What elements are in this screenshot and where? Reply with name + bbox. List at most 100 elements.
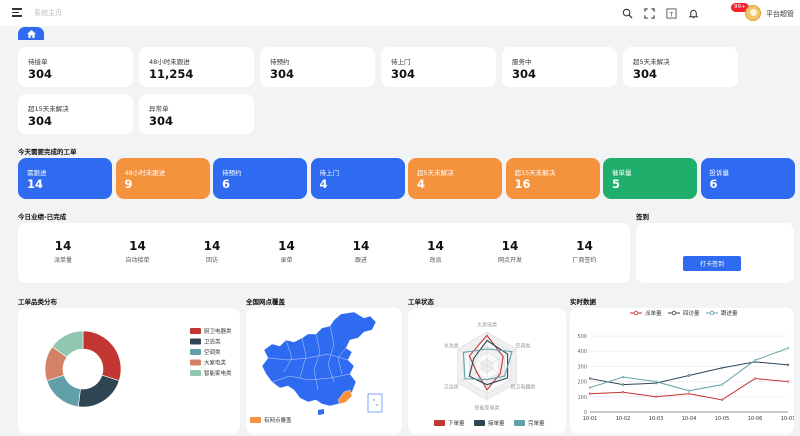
category-chart-panel: 厨卫电器类 卫浴类 空调类 大家电类 智能家电类	[18, 308, 240, 434]
stat-label: 待预约	[270, 58, 290, 66]
performance-label: 回访	[205, 257, 218, 264]
svg-text:T: T	[668, 10, 673, 18]
today-card-label: 超15天未解决	[514, 169, 556, 177]
legend-swatch	[190, 370, 201, 376]
today-card[interactable]: 待预约 6	[213, 158, 307, 199]
today-card[interactable]: 超5天未解决 4	[408, 158, 502, 199]
legend-label: 接单量	[488, 419, 505, 427]
legend-label: 卫浴类	[204, 338, 221, 346]
username[interactable]: 平台超管	[766, 9, 794, 19]
realtime-line-chart: 010020030040050010-01 10-02 10-03 10-04 10-0…	[577, 309, 795, 422]
legend-marker	[633, 310, 639, 316]
today-card-label: 48小时未跟进	[124, 169, 166, 177]
legend-label: 回访量	[683, 309, 700, 317]
stat-card[interactable]: 待上门 304	[381, 47, 496, 87]
today-card[interactable]: 投诉量 6	[700, 158, 795, 199]
south-sea-inset	[367, 393, 383, 413]
signin-title: 签到	[636, 213, 649, 221]
radar-indicator-label: 空调类	[515, 342, 530, 349]
performance-value: 14	[501, 239, 519, 253]
stat-label: 服务中	[512, 58, 532, 66]
performance-value: 14	[427, 239, 444, 253]
stat-card[interactable]: 超15天未解决 304	[18, 94, 133, 134]
stat-label: 48小时未跟进	[149, 58, 190, 66]
performance-item: 14 跟进	[331, 239, 391, 264]
performance-item: 14 厂商签约	[555, 239, 615, 264]
today-card-label: 待上门	[319, 169, 340, 177]
today-card-label: 需跟进	[27, 169, 47, 177]
stat-card[interactable]: 48小时未跟进 11,254	[139, 47, 254, 87]
today-card[interactable]: 需跟进 14	[18, 158, 112, 199]
legend-label: 智能家电类	[204, 369, 232, 377]
performance-label: 厂商签约	[572, 257, 597, 264]
tab-home[interactable]	[18, 27, 44, 40]
stat-card[interactable]: 待接单 304	[18, 47, 133, 87]
realtime-chart-title: 实时数据	[570, 298, 596, 306]
pie-slice	[46, 374, 81, 408]
x-tick-label: 10-02	[616, 416, 631, 422]
performance-label: 改派	[429, 257, 442, 264]
radar-indicator-label: 卫浴类	[444, 384, 459, 391]
today-card[interactable]: 48小时未跟进 9	[115, 158, 210, 199]
signin-button[interactable]: 打卡签到	[683, 256, 741, 271]
line-point	[786, 346, 790, 350]
legend-swatch	[190, 338, 201, 345]
performance-item: 14 录单	[257, 239, 317, 264]
stat-value: 304	[633, 67, 658, 81]
today-card[interactable]: 催单量 5	[603, 158, 697, 199]
performance-label: 录单	[280, 257, 293, 264]
line-point	[621, 383, 625, 386]
pie-slice	[82, 330, 122, 382]
map-chart-panel: 有网点覆盖	[246, 308, 402, 434]
y-tick-label: 100	[577, 395, 587, 401]
legend-marker	[709, 310, 715, 316]
performance-value: 14	[203, 239, 221, 253]
today-card-value: 4	[417, 177, 426, 191]
x-tick-label: 10-06	[748, 416, 763, 422]
performance-value: 14	[576, 239, 593, 253]
stat-value: 304	[149, 114, 174, 128]
x-tick-label: 10-07	[781, 416, 794, 422]
legend-label: 完单量	[528, 419, 545, 427]
line-point	[786, 380, 790, 383]
stat-card[interactable]: 异常单 304	[139, 94, 254, 134]
today-card[interactable]: 超15天未解决 16	[505, 158, 600, 199]
radar-indicator-label: 智能家电类	[474, 404, 499, 411]
stat-card[interactable]: 待预约 304	[260, 47, 375, 87]
map-region-hainan	[318, 409, 324, 415]
status-chart-panel: 大家电类 空调类 厨卫电器类 智能家电类 卫浴类 冰洗类 下单量 接单量 完单量	[408, 308, 566, 434]
map-legend: 有网点覆盖	[250, 416, 292, 424]
line-point	[786, 363, 790, 367]
stat-value: 304	[270, 67, 295, 81]
menu-toggle-icon[interactable]	[12, 8, 22, 17]
stat-label: 待接单	[28, 58, 48, 66]
avatar[interactable]	[745, 5, 761, 21]
legend-swatch	[190, 349, 201, 355]
stat-label: 超5天未解决	[633, 58, 670, 66]
y-tick-label: 300	[577, 364, 587, 370]
font-size-icon[interactable]: T	[661, 3, 681, 23]
performance-value: 14	[352, 239, 370, 253]
line-point	[621, 391, 625, 394]
today-card-label: 待预约	[222, 169, 242, 177]
legend-swatch	[250, 417, 261, 423]
search-icon[interactable]	[617, 3, 637, 23]
performance-label: 自动接单	[125, 257, 150, 264]
line-point	[588, 392, 592, 395]
performance-value: 14	[278, 239, 295, 253]
legend-marker	[671, 310, 677, 316]
line-point	[720, 366, 724, 370]
stat-card[interactable]: 超5天未解决 304	[623, 47, 738, 87]
stat-card[interactable]: 服务中 304	[502, 47, 617, 87]
stat-value: 11,254	[149, 67, 194, 81]
status-radar-chart: 大家电类空调类厨卫电器类智能家电类 卫浴类 冰洗类下单量 接单量 完单量	[434, 322, 545, 427]
category-chart-title: 工单品类分布	[18, 298, 57, 306]
stat-value: 304	[28, 114, 53, 128]
today-card-label: 超5天未解决	[417, 169, 454, 177]
stat-label: 超15天未解决	[28, 105, 69, 113]
today-card[interactable]: 待上门 4	[310, 158, 405, 199]
performance-item: 14 派单量	[33, 239, 93, 264]
bell-icon[interactable]	[683, 3, 703, 23]
signin-panel	[636, 223, 794, 283]
fullscreen-icon[interactable]	[639, 3, 659, 23]
